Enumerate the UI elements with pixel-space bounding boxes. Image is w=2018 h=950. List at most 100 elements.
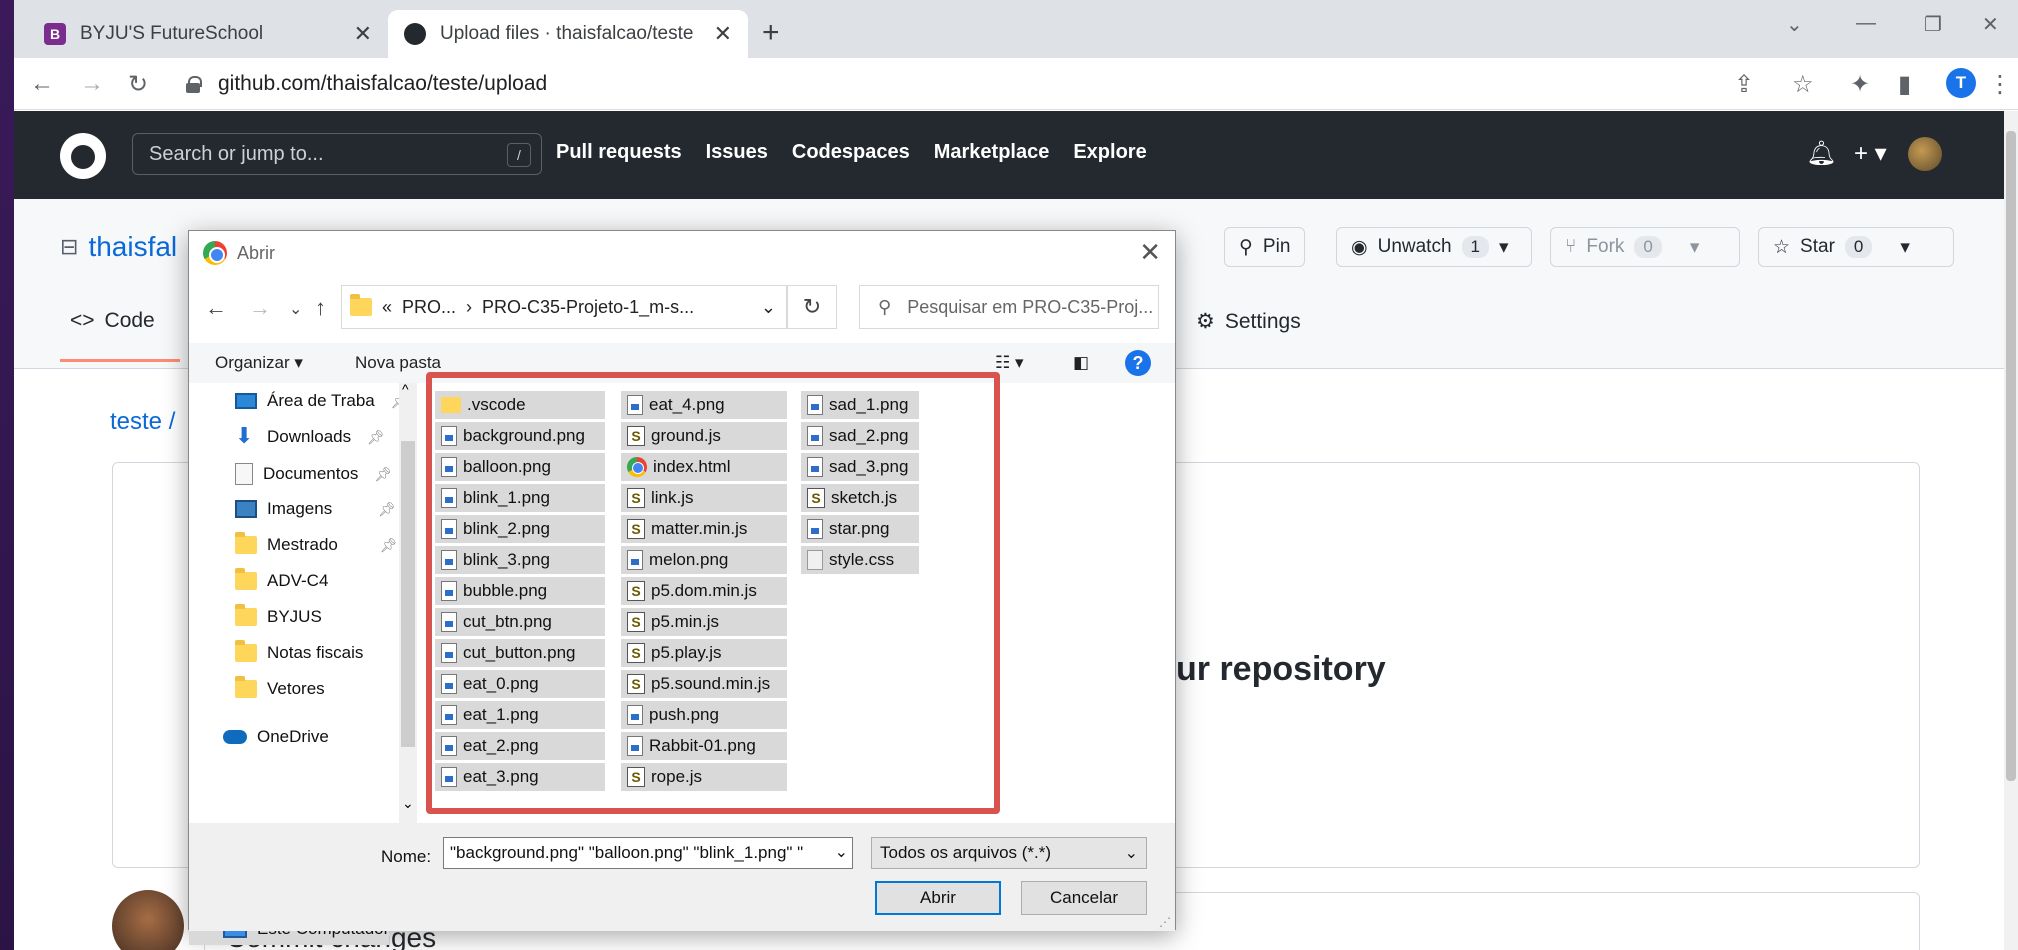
repo-owner-link[interactable]: thaisfal [88, 231, 177, 263]
profile-avatar[interactable]: T [1946, 68, 1976, 98]
file-item[interactable]: Srope.js [621, 763, 787, 791]
tab-code[interactable]: <> Code [70, 309, 155, 333]
github-search-input[interactable]: Search or jump to... / [132, 133, 542, 175]
nav-item-notas-fiscais[interactable]: Notas fiscais [235, 640, 363, 663]
file-item[interactable]: Sground.js [621, 422, 787, 450]
refresh-icon[interactable]: ↻ [787, 285, 837, 329]
tab-github-upload[interactable]: Upload files · thaisfalcao/teste ✕ [388, 10, 748, 58]
file-item[interactable]: balloon.png [435, 453, 605, 481]
path-segment[interactable]: PRO-C35-Projeto-1_m-s... [482, 297, 694, 318]
open-button[interactable]: Abrir [875, 881, 1001, 915]
forward-icon[interactable]: → [80, 70, 104, 98]
preview-pane-icon[interactable]: ◧ [1073, 353, 1089, 373]
chevron-up-icon[interactable]: ^ [402, 381, 409, 397]
file-item[interactable]: style.css [801, 546, 919, 574]
menu-kebab-icon[interactable]: ⋮ [1988, 70, 2012, 99]
file-item[interactable]: cut_btn.png [435, 608, 605, 636]
bell-icon[interactable]: 🔔︎ [1806, 139, 1836, 168]
nav-item-byjus[interactable]: BYJUS [235, 604, 322, 627]
file-item[interactable]: star.png [801, 515, 919, 543]
view-options-icon[interactable]: ☷ ▾ [995, 353, 1024, 373]
file-item[interactable]: eat_3.png [435, 763, 605, 791]
nav-item-desktop[interactable]: Área de Traba📌︎ [235, 391, 409, 411]
file-item[interactable]: eat_4.png [621, 391, 787, 419]
file-item[interactable]: index.html [621, 453, 787, 481]
back-icon[interactable]: ← [30, 70, 54, 98]
file-item[interactable]: sad_2.png [801, 422, 919, 450]
new-tab-icon[interactable]: + [762, 16, 780, 50]
file-item[interactable]: .vscode [435, 391, 605, 419]
tab-byjus[interactable]: B BYJU'S FutureSchool ✕ [28, 10, 388, 58]
path-bar[interactable]: « PRO... › PRO-C35-Projeto-1_m-s... ⌄ [341, 285, 787, 329]
star-button[interactable]: ☆ Star 0 ▾ [1758, 227, 1954, 267]
tab-settings[interactable]: ⚙ Settings [1196, 309, 1301, 334]
up-arrow-icon[interactable]: ↑ [315, 295, 326, 321]
user-avatar[interactable] [1908, 137, 1942, 171]
file-item[interactable]: sad_1.png [801, 391, 919, 419]
file-item[interactable]: blink_1.png [435, 484, 605, 512]
share-icon[interactable]: ⇪ [1734, 70, 1754, 99]
github-logo-icon[interactable] [60, 133, 106, 179]
file-type-select[interactable]: Todos os arquivos (*.*) ⌄ [871, 837, 1147, 869]
file-item[interactable]: eat_0.png [435, 670, 605, 698]
minimize-icon[interactable]: — [1856, 12, 1876, 35]
file-item[interactable]: Sp5.min.js [621, 608, 787, 636]
nav-item-adv-c4[interactable]: ADV-C4 [235, 568, 328, 591]
file-item[interactable]: Rabbit-01.png [621, 732, 787, 760]
nav-issues[interactable]: Issues [706, 141, 768, 164]
path-overflow[interactable]: « [382, 297, 392, 318]
close-icon[interactable]: ✕ [1139, 237, 1161, 268]
filename-input[interactable]: "background.png" "balloon.png" "blink_1.… [443, 837, 853, 869]
pin-button[interactable]: ⚲ Pin [1224, 227, 1306, 267]
chevron-down-icon[interactable]: ⌄ [830, 842, 848, 862]
nav-codespaces[interactable]: Codespaces [792, 141, 910, 164]
file-item[interactable]: blink_2.png [435, 515, 605, 543]
file-item[interactable]: Sp5.dom.min.js [621, 577, 787, 605]
scrollbar-thumb[interactable] [2006, 131, 2016, 781]
close-icon[interactable]: ✕ [354, 21, 372, 47]
nav-item-vetores[interactable]: Vetores [235, 676, 325, 699]
file-item[interactable]: eat_1.png [435, 701, 605, 729]
file-item[interactable]: Smatter.min.js [621, 515, 787, 543]
chevron-down-icon[interactable]: ⌄ [761, 297, 776, 318]
repo-title[interactable]: ⊟ thaisfal [60, 231, 177, 263]
close-icon[interactable]: ✕ [714, 21, 732, 47]
breadcrumb[interactable]: teste / [110, 408, 175, 436]
nav-explore[interactable]: Explore [1073, 141, 1146, 164]
address-bar[interactable]: github.com/thaisfalcao/teste/upload [186, 64, 1746, 104]
file-item[interactable]: Sp5.play.js [621, 639, 787, 667]
cancel-button[interactable]: Cancelar [1021, 881, 1147, 915]
resize-grip-icon[interactable]: ⋰ [1159, 915, 1171, 929]
new-folder-button[interactable]: Nova pasta [355, 353, 441, 373]
scrollbar-thumb[interactable] [401, 441, 415, 747]
nav-item-onedrive[interactable]: OneDrive [223, 727, 329, 747]
file-item[interactable]: background.png [435, 422, 605, 450]
forward-icon[interactable]: → [249, 295, 271, 321]
dialog-search-input[interactable]: ⚲ Pesquisar em PRO-C35-Proj... [859, 285, 1159, 329]
chevron-down-icon[interactable]: ⌄ [402, 795, 414, 812]
file-item[interactable]: bubble.png [435, 577, 605, 605]
restore-icon[interactable]: ❐ [1924, 12, 1942, 37]
close-window-icon[interactable]: ✕ [1982, 12, 1999, 37]
file-item[interactable]: eat_2.png [435, 732, 605, 760]
nav-item-mestrado[interactable]: Mestrado 📌︎ [235, 532, 398, 555]
nav-item-images[interactable]: Imagens 📌︎ [235, 499, 396, 519]
page-scrollbar[interactable] [2004, 111, 2018, 950]
file-item[interactable]: sad_3.png [801, 453, 919, 481]
nav-marketplace[interactable]: Marketplace [934, 141, 1050, 164]
nav-scrollbar[interactable]: ^ ⌄ [399, 381, 417, 823]
bookmark-star-icon[interactable]: ☆ [1792, 70, 1814, 99]
help-icon[interactable]: ? [1125, 350, 1151, 376]
file-item[interactable]: Slink.js [621, 484, 787, 512]
chevron-down-icon[interactable]: ⌄ [289, 299, 302, 319]
file-item[interactable]: melon.png [621, 546, 787, 574]
nav-item-downloads[interactable]: ⬇ Downloads 📌︎ [235, 425, 385, 447]
file-item[interactable]: push.png [621, 701, 787, 729]
fork-button[interactable]: ⑂ Fork 0 ▾ [1550, 227, 1740, 267]
reload-icon[interactable]: ↻ [128, 70, 148, 99]
path-segment[interactable]: PRO... [402, 297, 456, 318]
chevron-down-icon[interactable]: ⌄ [1786, 12, 1803, 37]
nav-item-documents[interactable]: Documentos 📌︎ [235, 463, 392, 485]
plus-dropdown-icon[interactable]: + ▾ [1854, 139, 1887, 168]
organize-button[interactable]: Organizar ▾ [215, 353, 303, 373]
